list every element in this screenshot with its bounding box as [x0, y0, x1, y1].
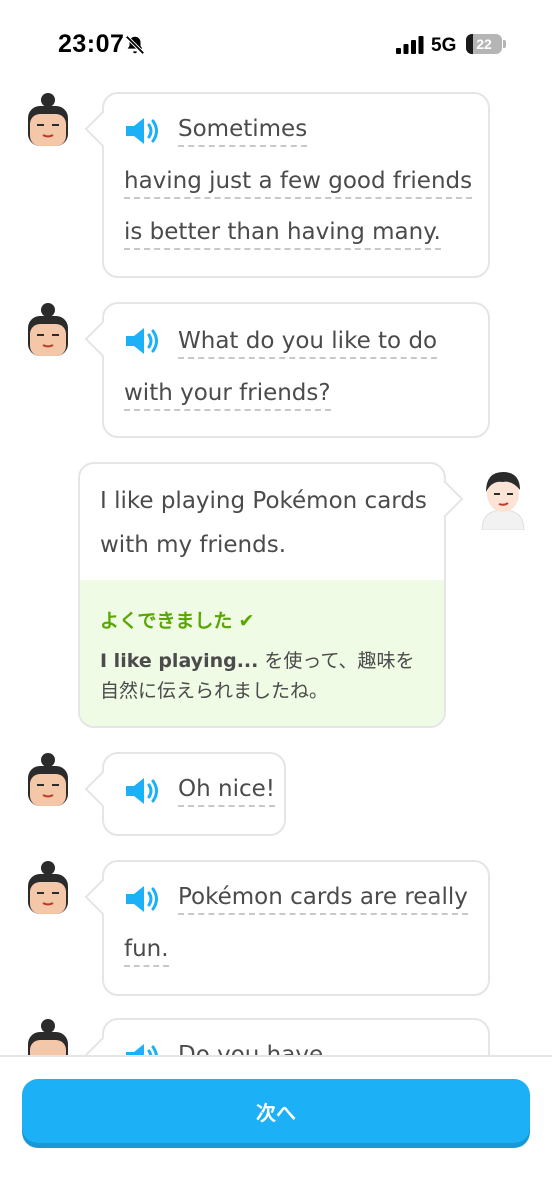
- feedback-text: I like playing... を使って、趣味を 自然に伝えられましたね。: [100, 646, 430, 706]
- speaker-icon[interactable]: [124, 884, 160, 914]
- user-avatar-icon: [481, 472, 525, 530]
- next-button[interactable]: 次へ: [22, 1079, 530, 1143]
- character-avatar-icon: [28, 861, 68, 914]
- feedback-panel: よくできました ✔ I like playing... を使って、趣味を 自然に伝…: [80, 580, 444, 726]
- message-bubble: What do you like to do with your friends…: [102, 302, 490, 438]
- speaker-icon[interactable]: [124, 326, 160, 356]
- check-icon: ✔: [238, 610, 255, 632]
- user-message-line: I like playing Pokémon cards: [100, 488, 427, 514]
- feedback-text-1: を使って、趣味を: [258, 650, 415, 672]
- message-line[interactable]: What do you like to do: [178, 328, 438, 359]
- feedback-title: よくできました ✔: [100, 606, 254, 633]
- speaker-icon[interactable]: [124, 116, 160, 146]
- user-message-bubble: I like playing Pokémon cards with my fri…: [78, 462, 446, 728]
- message-bubble: Oh nice!: [102, 752, 286, 836]
- message-line[interactable]: Oh nice!: [178, 776, 275, 807]
- message-bubble: Do you have: [102, 1018, 490, 1055]
- character-avatar-icon: [28, 303, 68, 356]
- character-avatar-icon: [28, 753, 68, 806]
- character-avatar-icon: [28, 93, 68, 146]
- message-line[interactable]: is better than having many.: [124, 219, 441, 250]
- feedback-phrase: I like playing...: [100, 650, 259, 672]
- chat-area[interactable]: Sometimes having just a few good friends…: [0, 0, 552, 1055]
- message-line[interactable]: having just a few good friends: [124, 168, 473, 199]
- speaker-icon[interactable]: [124, 776, 160, 806]
- message-line[interactable]: with your friends?: [124, 380, 331, 411]
- message-line[interactable]: Do you have: [178, 1042, 323, 1055]
- character-avatar-icon: [28, 1019, 68, 1055]
- footer: 次へ: [0, 1055, 552, 1200]
- user-message-line: with my friends.: [100, 532, 286, 558]
- message-line[interactable]: Pokémon cards are really: [178, 884, 468, 915]
- message-bubble: Pokémon cards are really fun.: [102, 860, 490, 996]
- speaker-icon[interactable]: [124, 1042, 160, 1055]
- feedback-title-text: よくできました: [100, 610, 233, 632]
- message-line[interactable]: fun.: [124, 936, 169, 967]
- feedback-text-2: 自然に伝えられましたね。: [100, 680, 329, 702]
- message-line[interactable]: Sometimes: [178, 116, 308, 147]
- message-bubble: Sometimes having just a few good friends…: [102, 92, 490, 278]
